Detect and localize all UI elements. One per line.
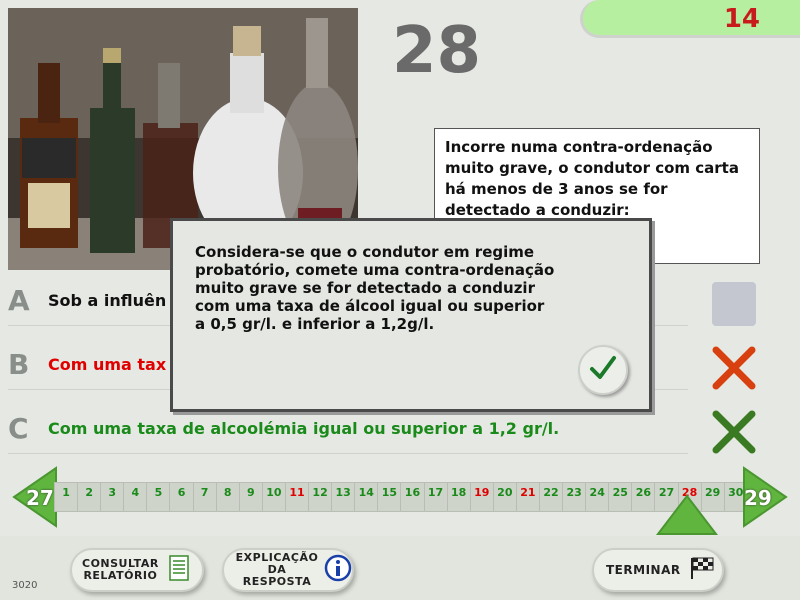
nav-question-21[interactable]: 21 — [517, 483, 540, 511]
timer-value: 14 — [723, 4, 760, 34]
info-icon — [324, 554, 352, 586]
nav-question-5[interactable]: 5 — [147, 483, 171, 511]
nav-question-16[interactable]: 16 — [401, 483, 425, 511]
nav-question-14[interactable]: 14 — [355, 483, 379, 511]
answer-b-letter: B — [8, 348, 30, 381]
explanation-text: Considera-se que o condutor em regime pr… — [195, 243, 555, 333]
nav-question-9[interactable]: 9 — [240, 483, 263, 511]
wrong-cross-icon — [710, 344, 758, 396]
nav-question-20[interactable]: 20 — [494, 483, 517, 511]
nav-question-19[interactable]: 19 — [471, 483, 494, 511]
nav-question-10[interactable]: 10 — [263, 483, 286, 511]
nav-question-13[interactable]: 13 — [332, 483, 356, 511]
current-question-indicator — [655, 494, 719, 540]
nav-question-3[interactable]: 3 — [101, 483, 125, 511]
nav-question-4[interactable]: 4 — [124, 483, 148, 511]
nav-question-23[interactable]: 23 — [563, 483, 587, 511]
consult-report-label-2: RELATÓRIO — [83, 569, 158, 582]
explain-answer-label-2: DA RESPOSTA — [242, 563, 312, 588]
nav-question-12[interactable]: 12 — [309, 483, 333, 511]
answer-divider — [8, 453, 688, 454]
answer-c-text[interactable]: Com uma taxa de alcoolémia igual ou supe… — [48, 419, 559, 438]
question-number: 28 — [392, 14, 482, 88]
timer-badge — [580, 0, 800, 38]
nav-question-6[interactable]: 6 — [170, 483, 194, 511]
correct-cross-icon — [710, 408, 758, 460]
answer-a-letter: A — [8, 284, 30, 317]
nav-question-17[interactable]: 17 — [425, 483, 448, 511]
answer-a-text[interactable]: Sob a influên — [48, 291, 166, 310]
nav-question-24[interactable]: 24 — [586, 483, 610, 511]
nav-question-11[interactable]: 11 — [286, 483, 310, 511]
prev-question-button[interactable]: 27 — [10, 466, 58, 532]
nav-question-18[interactable]: 18 — [448, 483, 471, 511]
finish-button[interactable]: TERMINAR — [592, 548, 724, 592]
nav-question-15[interactable]: 15 — [378, 483, 402, 511]
prev-question-number: 27 — [26, 486, 54, 510]
checkmark-icon — [589, 355, 617, 385]
consult-report-button[interactable]: CONSULTAR RELATÓRIO — [70, 548, 204, 592]
question-navigator: 1 2 3 4 5 6 7 8 9 10 11 12 13 14 15 16 17 18 19 20 21 22 23 24 2… — [54, 482, 748, 512]
answer-a-marker — [712, 282, 756, 326]
checkered-flag-icon — [689, 556, 715, 584]
finish-label: TERMINAR — [606, 563, 681, 577]
report-document-icon — [169, 555, 189, 585]
explain-answer-button[interactable]: EXPLICAÇÃO DA RESPOSTA — [222, 548, 354, 592]
nav-question-8[interactable]: 8 — [217, 483, 240, 511]
footer-code: 3020 — [12, 580, 38, 591]
nav-question-22[interactable]: 22 — [540, 483, 564, 511]
explanation-popup: Considera-se que o condutor em regime pr… — [170, 218, 652, 412]
nav-question-25[interactable]: 25 — [609, 483, 633, 511]
nav-question-7[interactable]: 7 — [194, 483, 217, 511]
answer-b-text[interactable]: Com uma tax — [48, 355, 166, 374]
next-question-number: 29 — [744, 486, 772, 510]
nav-question-26[interactable]: 26 — [632, 483, 656, 511]
next-question-button[interactable]: 29 — [742, 466, 790, 532]
nav-question-2[interactable]: 2 — [78, 483, 102, 511]
close-popup-button[interactable] — [578, 345, 628, 395]
answer-c-letter: C — [8, 412, 29, 445]
nav-question-1[interactable]: 1 — [55, 483, 79, 511]
